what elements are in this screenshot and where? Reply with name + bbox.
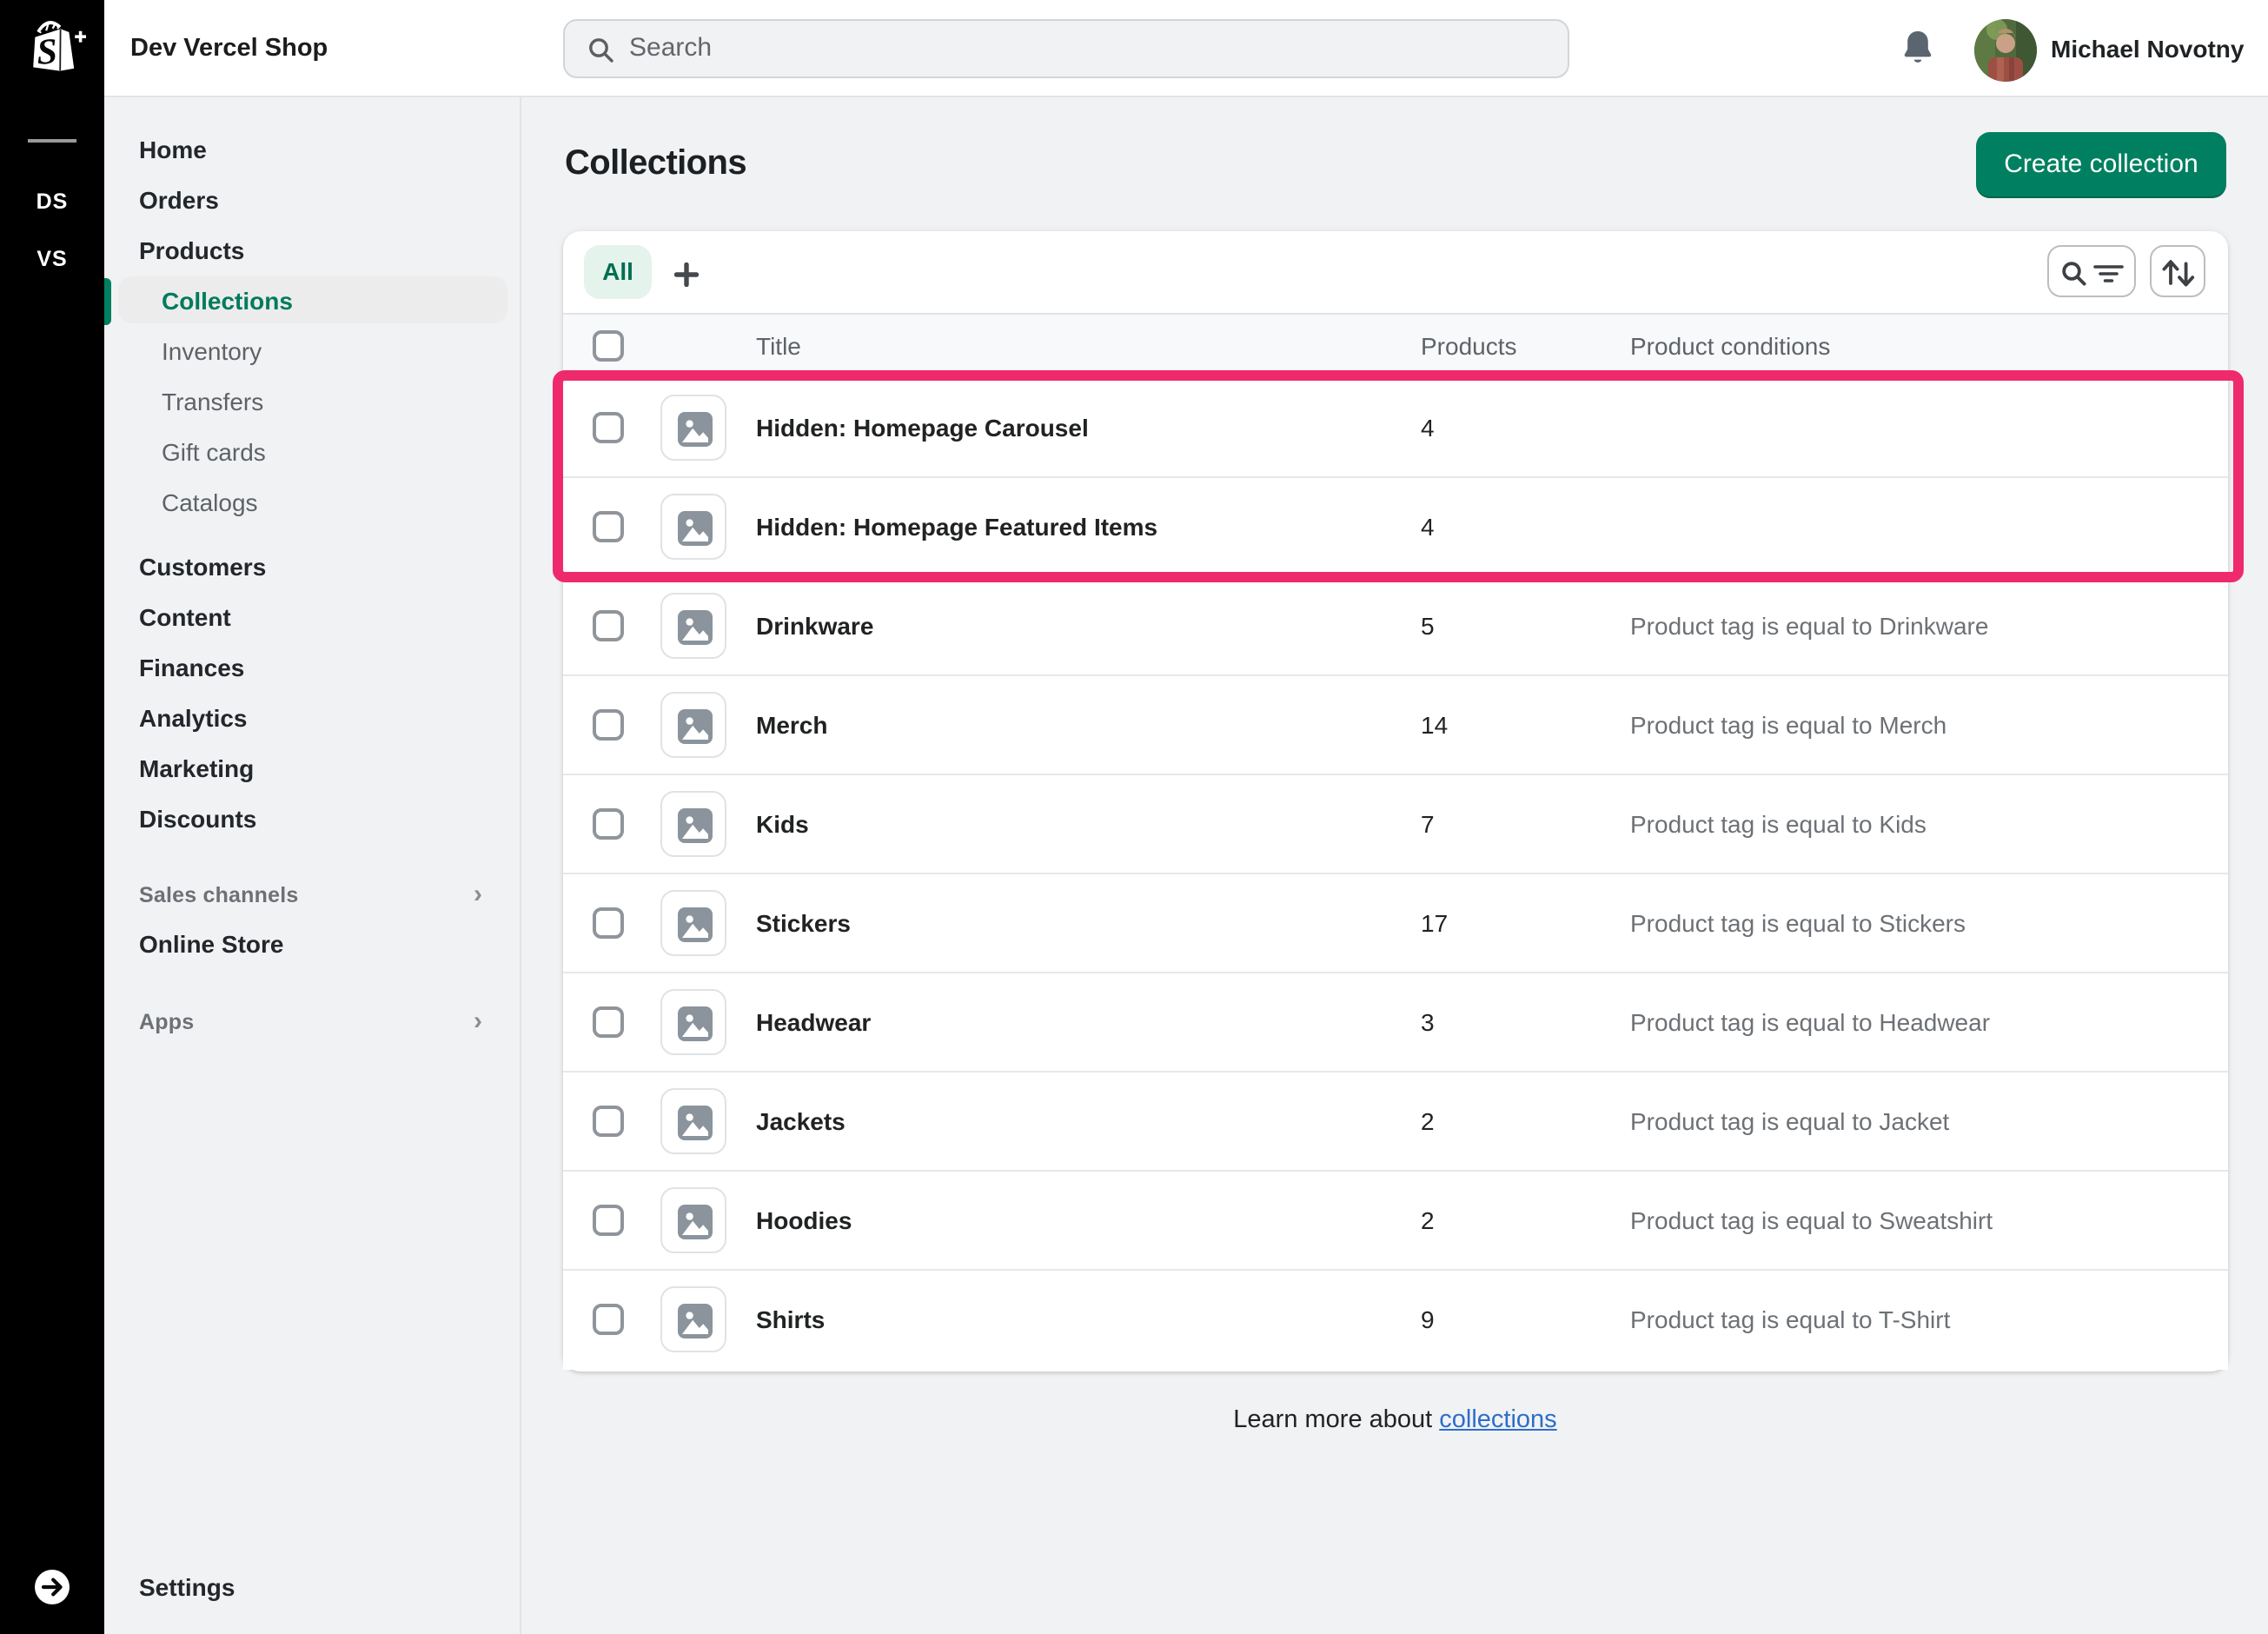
svg-text:S: S [36, 32, 58, 73]
